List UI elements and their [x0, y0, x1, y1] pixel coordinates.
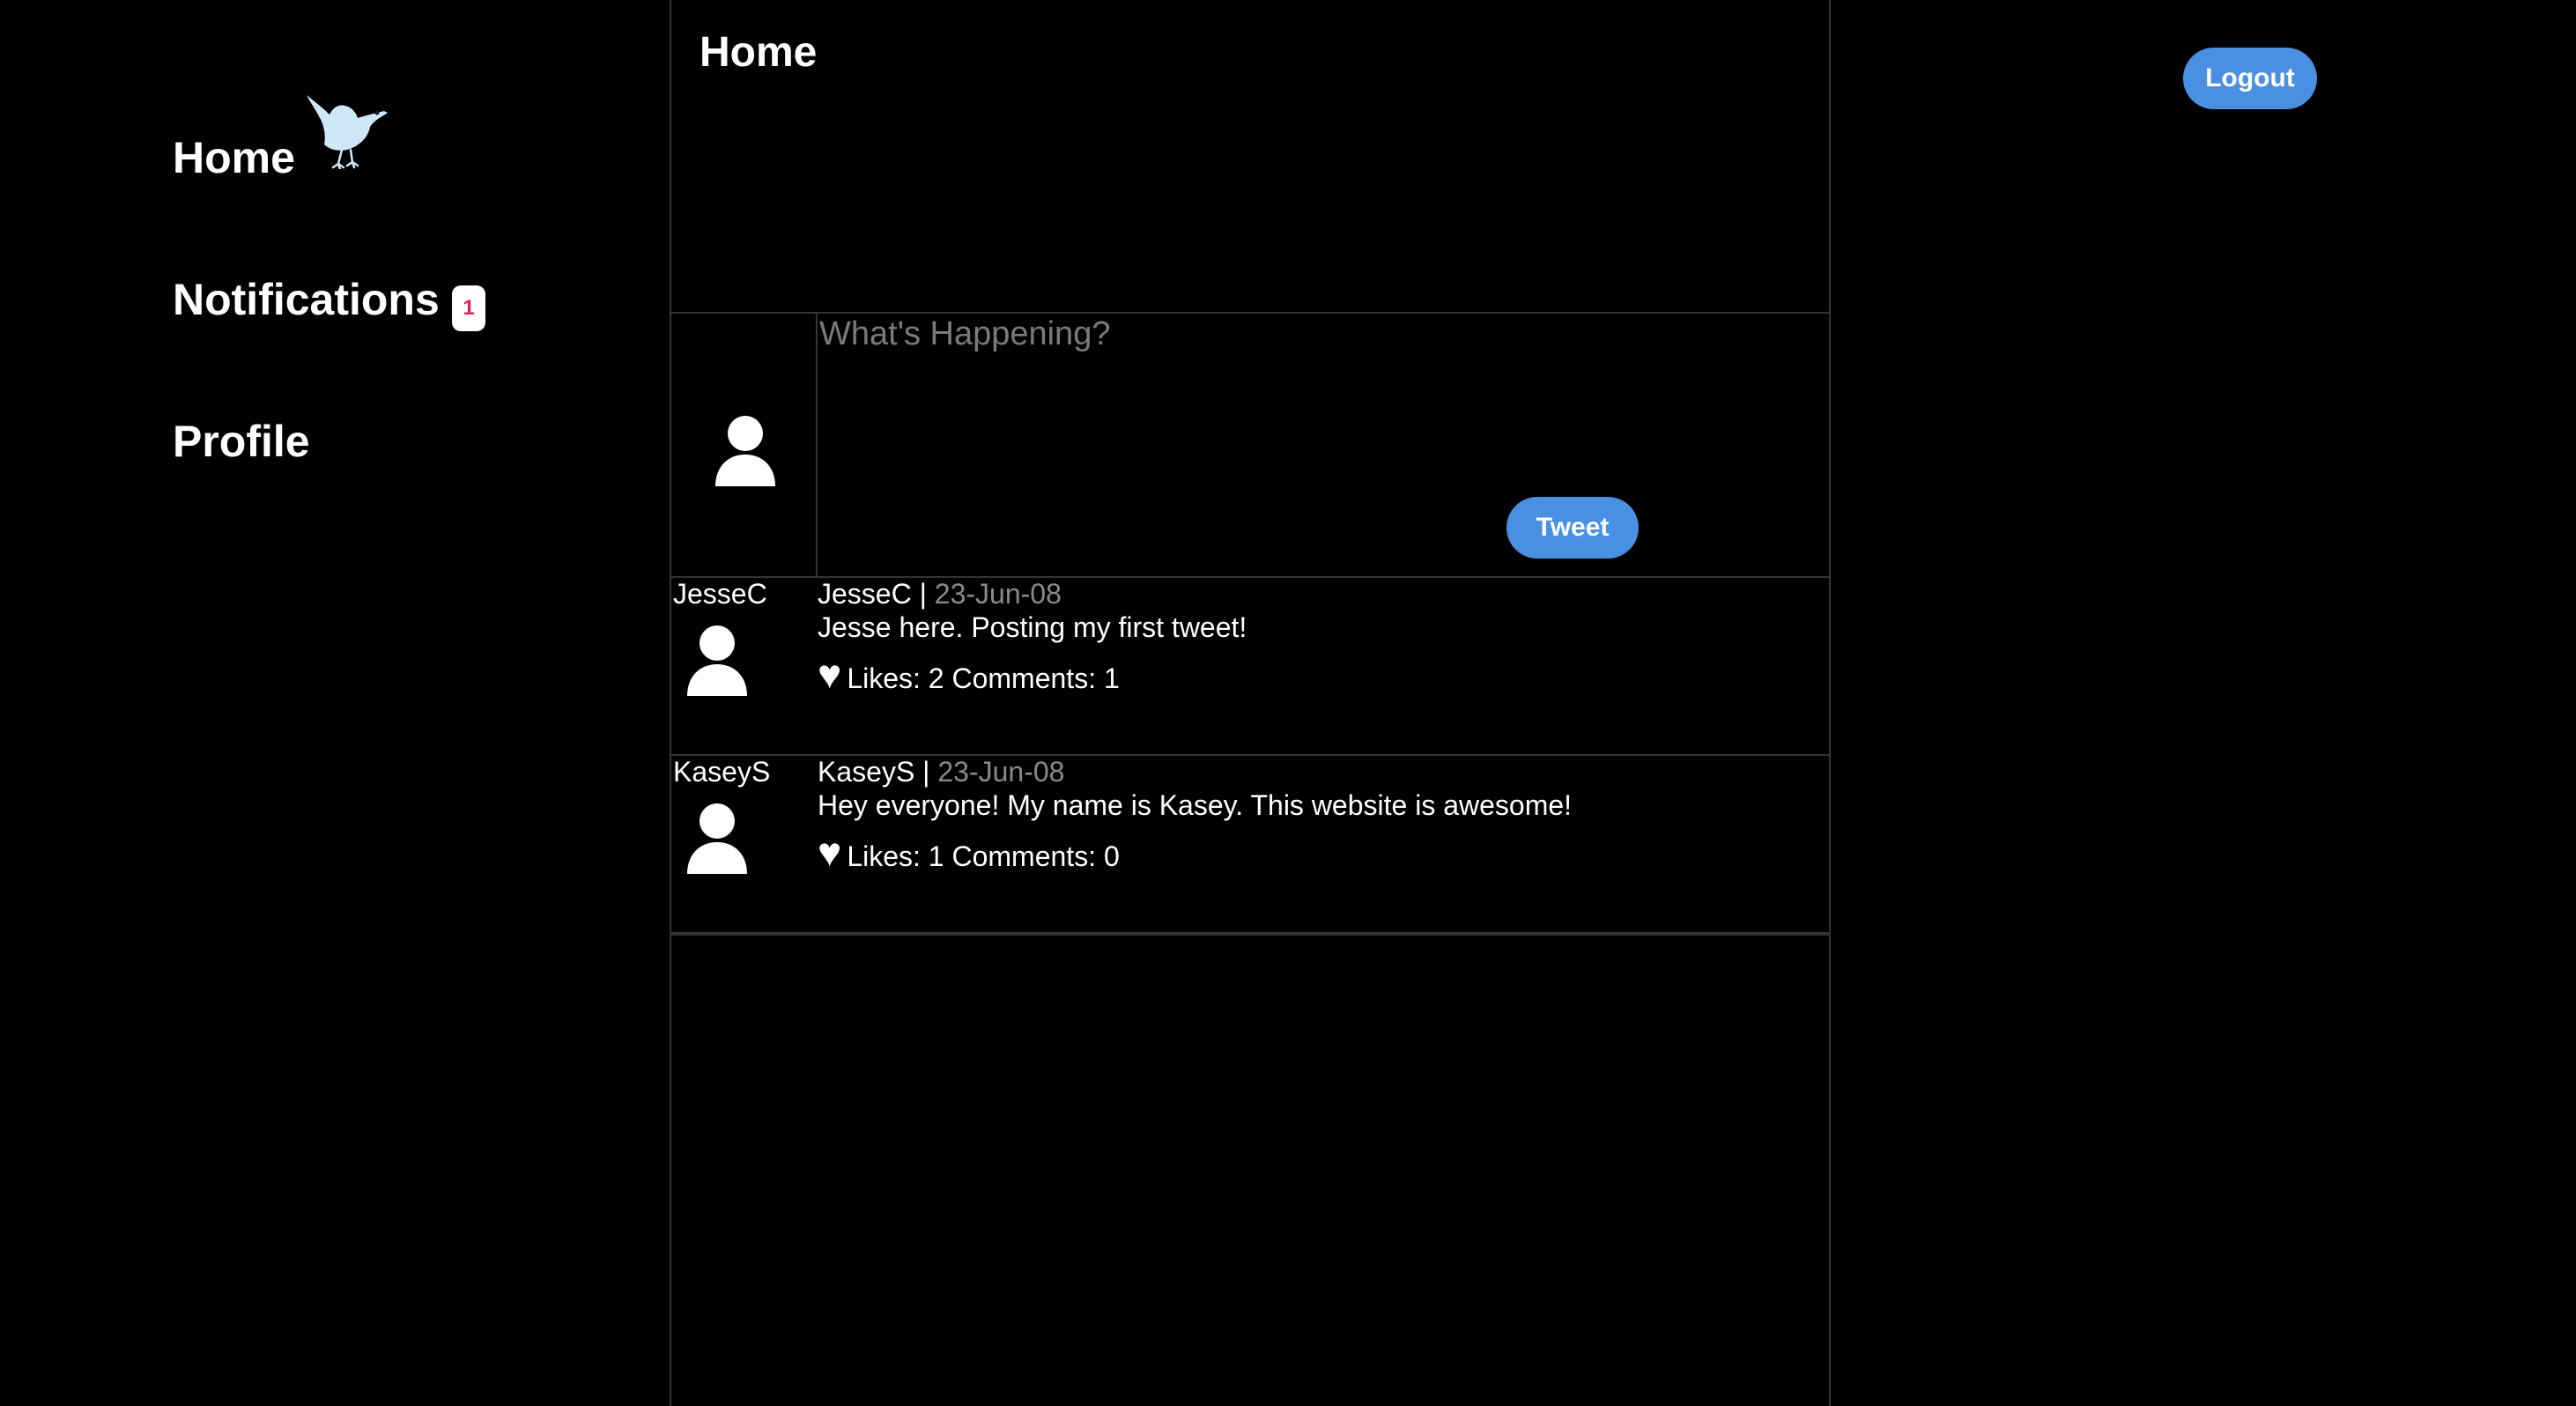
compose-avatar-cell — [671, 314, 818, 576]
tweet-author[interactable]: JesseC — [818, 578, 912, 610]
tweet-separator: | — [914, 756, 938, 788]
tweet-author-username[interactable]: KaseyS — [673, 758, 770, 786]
tweet-stats: ♥ Likes: 1 Comments: 0 — [818, 830, 1120, 872]
heart-icon[interactable]: ♥ — [818, 832, 841, 872]
tweet-author[interactable]: KaseyS — [818, 756, 914, 788]
compose-tweet-input[interactable] — [819, 314, 1824, 490]
user-avatar-icon[interactable] — [685, 803, 749, 874]
tweet-separator: | — [911, 578, 935, 610]
tweet-header: KaseyS | 23-Jun-08 — [818, 758, 1064, 786]
main-timeline: Home Tweet JesseC JesseC | 23-Jun-08 Jes… — [670, 0, 1831, 1406]
notification-count-badge: 1 — [452, 285, 485, 331]
sidebar-item-home[interactable]: Home — [173, 136, 295, 180]
sidebar-item-profile[interactable]: Profile — [173, 419, 310, 463]
feed-end-divider — [671, 934, 1829, 936]
tweet-item: JesseC JesseC | 23-Jun-08 Jesse here. Po… — [671, 578, 1829, 756]
tweet-text: Hey everyone! My name is Kasey. This web… — [818, 789, 1573, 821]
logout-button[interactable]: Logout — [2183, 48, 2317, 109]
tweet-item: KaseyS KaseyS | 23-Jun-08 Hey everyone! … — [671, 756, 1829, 934]
compose-tweet-box — [671, 312, 1829, 578]
tweet-likes-comments: Likes: 2 Comments: 1 — [847, 662, 1120, 694]
heart-icon[interactable]: ♥ — [818, 654, 841, 694]
tweet-date: 23-Jun-08 — [937, 756, 1065, 788]
user-avatar-icon — [715, 416, 775, 486]
tweet-likes-comments: Likes: 1 Comments: 0 — [847, 840, 1120, 872]
tweet-date: 23-Jun-08 — [934, 578, 1062, 610]
tweet-button[interactable]: Tweet — [1506, 497, 1639, 559]
tweet-header: JesseC | 23-Jun-08 — [818, 580, 1062, 608]
sidebar-nav: Home Notifications 1 Profile — [0, 0, 670, 1406]
tweet-text: Jesse here. Posting my first tweet! — [818, 611, 1247, 643]
page-title: Home — [700, 29, 818, 76]
tweet-author-username[interactable]: JesseC — [673, 580, 767, 608]
tweet-stats: ♥ Likes: 2 Comments: 1 — [818, 652, 1120, 694]
sidebar-item-notifications[interactable]: Notifications — [173, 278, 440, 322]
bird-logo-icon — [307, 95, 388, 169]
user-avatar-icon[interactable] — [685, 625, 749, 696]
